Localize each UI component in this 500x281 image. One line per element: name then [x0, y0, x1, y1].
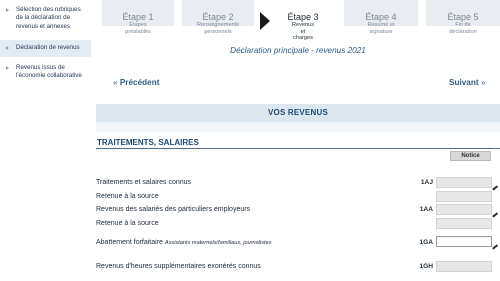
abattement-label: Abattement forfaitaire [96, 239, 163, 246]
subsection-title: TRAITEMENTS, SALAIRES [97, 138, 199, 147]
next-link-label: Suivant [449, 78, 479, 87]
section-header: VOS REVENUS [96, 104, 500, 122]
step-1[interactable]: Étape 1 Étapes préalables [102, 12, 174, 40]
input-1ga[interactable] [436, 236, 492, 247]
sidebar: Sélection des rubriques de la déclaratio… [0, 0, 91, 281]
pencil-icon[interactable] [492, 212, 498, 218]
sidebar-item-label: Déclaration de revenus [16, 44, 80, 51]
step-title: Étape 4 [365, 12, 397, 22]
arrow-bullet-icon [6, 46, 9, 50]
input-1aj[interactable] [436, 177, 492, 188]
step-subtitle: Étapes préalables [125, 22, 151, 35]
step-subtitle: Fin de déclaration [449, 22, 477, 35]
double-chevron-left-icon: « [113, 78, 118, 87]
input-1gh[interactable] [436, 261, 492, 272]
row-label-traitements: Traitements et salaires connus [96, 179, 192, 186]
row-code-1aa: 1AA [419, 206, 433, 213]
section-divider [96, 122, 500, 132]
step-subtitle: Résumé et signature [367, 22, 395, 35]
row-code-1gh: 1GH [419, 263, 433, 270]
step-title: Étape 5 [447, 12, 479, 22]
page-title: Déclaration principale - revenus 2021 [230, 46, 366, 55]
sidebar-item-economie-collaborative[interactable]: Revenus issus de l'économie collaborativ… [0, 64, 91, 86]
row-label-retenue-source-2: Retenue à la source [96, 220, 159, 227]
input-retenue-source-1[interactable] [436, 191, 492, 202]
steps-progress-bar: Étape 1 Étapes préalables Étape 2 Rensei… [96, 0, 500, 41]
subsection-underline [96, 148, 500, 149]
row-code-1aj: 1AJ [420, 179, 433, 186]
row-code-1ga: 1GA [419, 239, 433, 246]
row-label-abattement: Abattement forfaitaire Assistants matern… [96, 239, 272, 246]
step-4[interactable]: Étape 4 Résumé et signature [344, 12, 418, 40]
previous-link[interactable]: « Précédent [113, 78, 159, 87]
next-link[interactable]: Suivant » [449, 78, 485, 87]
previous-link-label: Précédent [119, 78, 160, 87]
row-label-salaries-particuliers: Revenus des salariés des particuliers em… [96, 206, 251, 213]
notice-button[interactable]: Notice [450, 151, 491, 161]
step-title: Étape 1 [122, 12, 154, 22]
sidebar-item-label: Sélection des rubriques de la déclaratio… [16, 6, 81, 30]
abattement-hint: Assistants maternels/familiaux, journali… [164, 240, 272, 246]
current-step-chevron-icon [260, 12, 270, 30]
arrow-bullet-icon [6, 8, 9, 12]
step-title: Étape 3 [287, 12, 319, 22]
row-label-retenue-source-1: Retenue à la source [96, 193, 159, 200]
sidebar-item-selection-rubriques[interactable]: Sélection des rubriques de la déclaratio… [0, 6, 91, 36]
sidebar-item-label: Revenus issus de l'économie collaborativ… [16, 64, 82, 80]
double-chevron-right-icon: » [480, 78, 486, 87]
step-subtitle: Renseignements personnels [197, 22, 239, 35]
pencil-icon[interactable] [492, 244, 498, 250]
step-subtitle: Revenus et charges [291, 22, 315, 41]
step-2[interactable]: Étape 2 Renseignements personnels [182, 12, 254, 40]
sidebar-item-declaration-revenus[interactable]: Déclaration de revenus [0, 40, 91, 57]
arrow-bullet-icon [6, 66, 9, 70]
step-title: Étape 2 [202, 12, 234, 22]
row-label-heures-supplementaires: Revenus d'heures supplémentaires exonéré… [96, 263, 261, 270]
pencil-icon[interactable] [492, 185, 498, 191]
step-3[interactable]: Étape 3 Revenus et charges [270, 12, 336, 41]
input-retenue-source-2[interactable] [436, 218, 492, 229]
input-1aa[interactable] [436, 204, 492, 215]
step-5[interactable]: Étape 5 Fin de déclaration [426, 12, 500, 40]
